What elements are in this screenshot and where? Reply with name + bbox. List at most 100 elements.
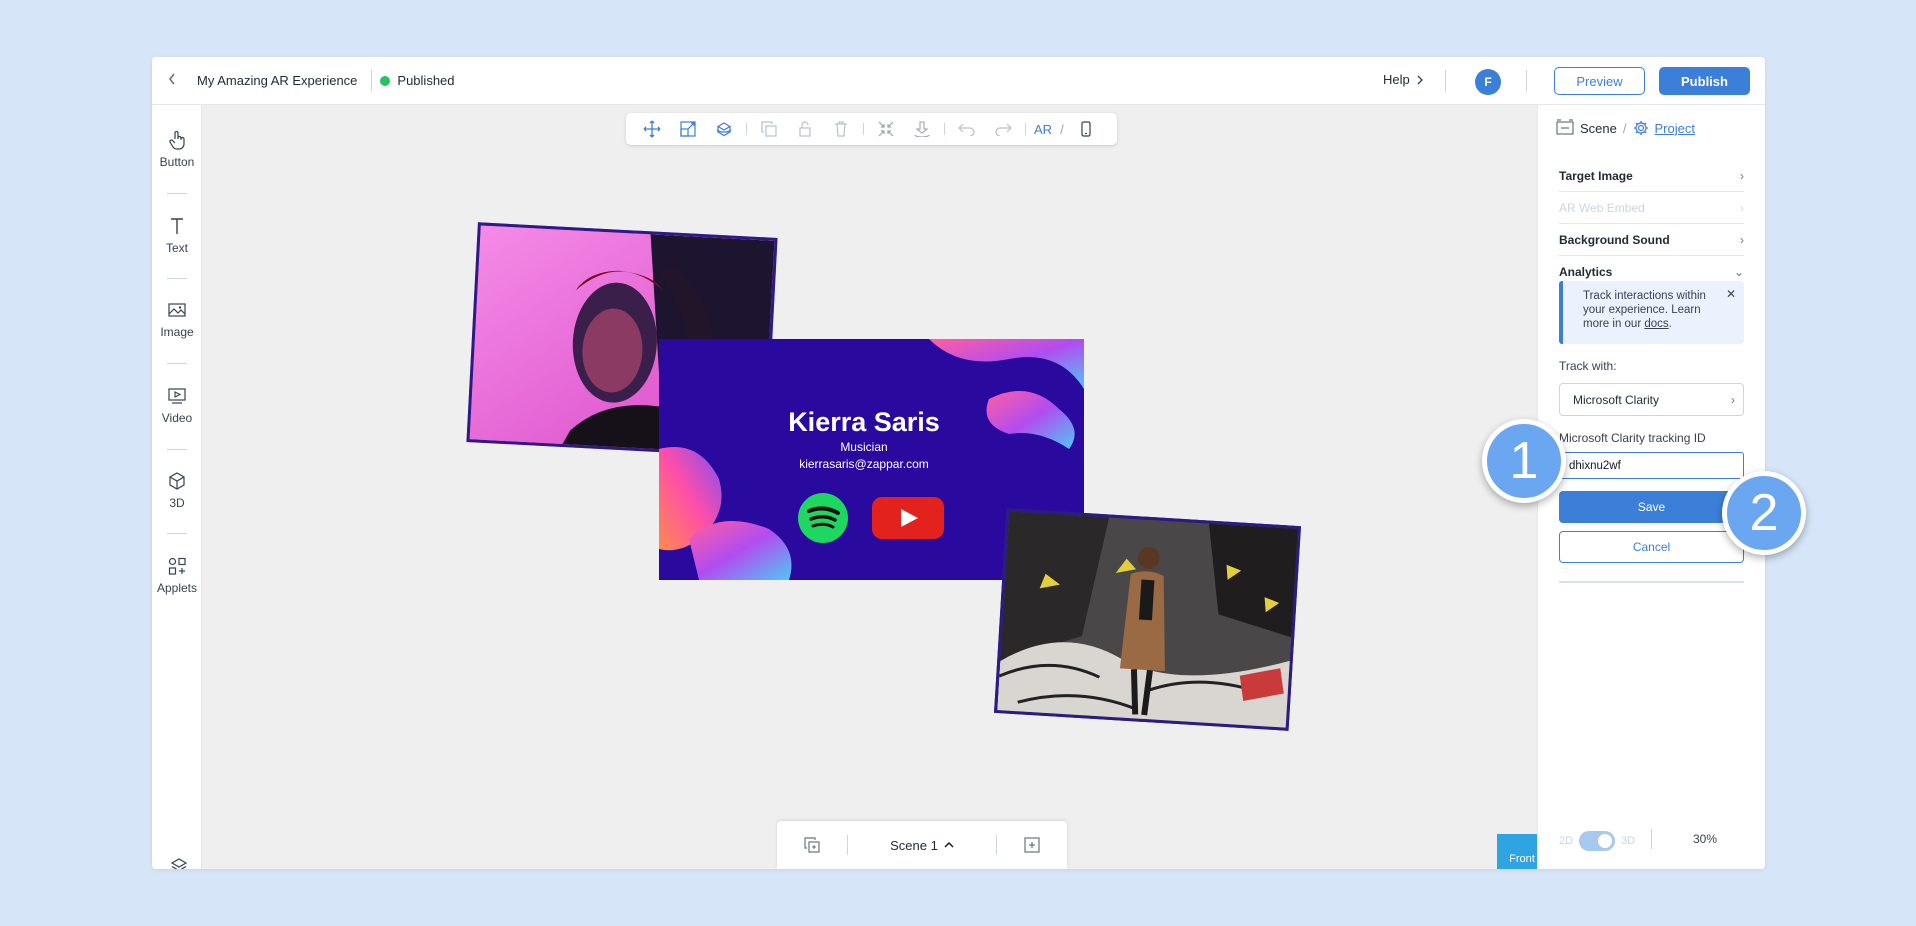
place-on-ground-button[interactable] xyxy=(904,115,940,143)
scene-selector[interactable]: Scene 1 xyxy=(848,838,996,853)
toolbar-divider xyxy=(167,363,187,364)
tool-label: Text xyxy=(165,241,188,255)
info-text-end: . xyxy=(1668,318,1672,330)
toolbar-divider xyxy=(167,533,187,534)
scale-icon xyxy=(680,121,696,137)
toggle-2d-label: 2D xyxy=(1559,835,1574,847)
video-icon xyxy=(166,385,188,407)
publish-button[interactable]: Publish xyxy=(1659,67,1750,95)
tool-label: 3D xyxy=(169,496,185,510)
callout-step-1: 1 xyxy=(1482,419,1566,503)
experience-title[interactable]: My Amazing AR Experience xyxy=(197,73,357,88)
tool-label: Button xyxy=(159,155,195,169)
add-button-tool[interactable]: Button xyxy=(152,129,202,169)
left-toolbar: Button Text Image Video 3D Applets xyxy=(152,105,202,869)
duplicate-button[interactable] xyxy=(751,115,787,143)
add-3d-tool[interactable]: 3D xyxy=(152,470,202,510)
portrait-image-2[interactable] xyxy=(994,508,1301,731)
chevron-left-icon xyxy=(168,73,175,85)
status-label: Published xyxy=(397,73,455,88)
scene-canvas[interactable]: AR / Kierra Saris Musician kierrasaris@z… xyxy=(202,105,1547,869)
hand-pointer-icon xyxy=(166,129,188,151)
chevron-right-icon: › xyxy=(1740,168,1744,183)
redo-icon xyxy=(995,123,1012,136)
analytics-info-box: Track interactions within your experienc… xyxy=(1559,281,1744,344)
analytics-provider-select[interactable]: Microsoft Clarity › xyxy=(1559,383,1744,416)
header-divider xyxy=(1526,70,1527,92)
card-role: Musician xyxy=(840,440,888,454)
publish-status: Published xyxy=(380,73,455,88)
move-icon xyxy=(643,120,661,138)
panel-tabs: Scene / Project xyxy=(1556,119,1695,137)
add-scene-button[interactable] xyxy=(997,837,1067,853)
toolbar-divider xyxy=(167,193,187,194)
section-target-image[interactable]: Target Image › xyxy=(1559,160,1744,192)
docs-link[interactable]: docs xyxy=(1644,318,1668,330)
image-icon xyxy=(166,299,188,321)
scene-bar: Scene 1 xyxy=(777,821,1067,869)
user-avatar[interactable]: F xyxy=(1475,69,1501,95)
add-image-tool[interactable]: Image xyxy=(152,299,202,339)
close-icon[interactable]: ✕ xyxy=(1726,287,1736,301)
layers-icon xyxy=(170,858,188,869)
scene-name: Scene 1 xyxy=(890,837,938,853)
dimension-toggle[interactable] xyxy=(1579,831,1616,851)
ar-view-toggle[interactable]: AR xyxy=(1030,122,1056,137)
cancel-button[interactable]: Cancel xyxy=(1559,531,1744,563)
toggle-knob xyxy=(1598,834,1613,848)
transform-toolbar: AR / xyxy=(626,113,1117,145)
section-ar-web-embed: AR Web Embed › xyxy=(1559,192,1744,224)
lock-button[interactable] xyxy=(787,115,823,143)
mobile-preview-button[interactable] xyxy=(1068,115,1104,143)
back-button[interactable] xyxy=(152,70,192,91)
section-background-sound[interactable]: Background Sound › xyxy=(1559,224,1744,256)
scene-icon xyxy=(1556,119,1574,135)
rotate-tool-button[interactable] xyxy=(706,115,742,143)
preview-button[interactable]: Preview xyxy=(1554,67,1645,95)
add-video-tool[interactable]: Video xyxy=(152,385,202,425)
toolbar-divider xyxy=(167,278,187,279)
add-text-tool[interactable]: Text xyxy=(152,215,202,255)
tracking-id-label: Microsoft Clarity tracking ID xyxy=(1559,431,1706,445)
tool-label: Video xyxy=(161,411,193,425)
street-photo xyxy=(996,511,1301,731)
chevron-right-icon xyxy=(1417,75,1423,84)
unlock-icon xyxy=(799,121,811,137)
tab-separator: / xyxy=(1622,120,1627,136)
toolbar-divider xyxy=(944,123,945,135)
header-divider xyxy=(1445,70,1446,92)
redo-button[interactable] xyxy=(985,115,1021,143)
add-applets-tool[interactable]: Applets xyxy=(152,555,202,595)
selected-provider: Microsoft Clarity xyxy=(1573,392,1660,407)
scale-tool-button[interactable] xyxy=(670,115,706,143)
save-button[interactable]: Save xyxy=(1559,491,1744,523)
undo-button[interactable] xyxy=(949,115,985,143)
tool-label: Applets xyxy=(156,581,198,595)
card-email: kierrasaris@zappar.com xyxy=(799,457,929,471)
delete-button[interactable] xyxy=(823,115,859,143)
section-label: AR Web Embed xyxy=(1559,200,1645,215)
chevron-right-icon: › xyxy=(1740,200,1744,215)
toolbar-divider xyxy=(1025,123,1026,135)
tracking-id-input[interactable] xyxy=(1559,452,1744,479)
zoom-level[interactable]: 30% xyxy=(1693,832,1717,846)
status-dot-icon xyxy=(380,75,391,86)
section-label: Target Image xyxy=(1559,168,1633,183)
collapse-button[interactable] xyxy=(868,115,904,143)
move-tool-button[interactable] xyxy=(634,115,670,143)
spotify-icon[interactable] xyxy=(797,492,849,544)
help-menu[interactable]: Help xyxy=(1383,72,1424,87)
view-separator: / xyxy=(1060,121,1064,137)
youtube-icon[interactable] xyxy=(872,497,944,539)
gear-icon xyxy=(1633,121,1648,135)
duplicate-scene-button[interactable] xyxy=(777,837,847,853)
layers-button[interactable] xyxy=(170,857,188,869)
panel-divider xyxy=(1559,581,1744,583)
tab-project[interactable]: Project xyxy=(1655,121,1695,136)
chevron-right-icon: › xyxy=(1740,232,1744,247)
cube-icon xyxy=(166,470,188,492)
chevron-down-icon: ⌄ xyxy=(1733,265,1744,279)
tab-scene[interactable]: Scene xyxy=(1580,121,1617,136)
toolbar-divider xyxy=(167,449,187,450)
text-icon xyxy=(166,215,188,237)
